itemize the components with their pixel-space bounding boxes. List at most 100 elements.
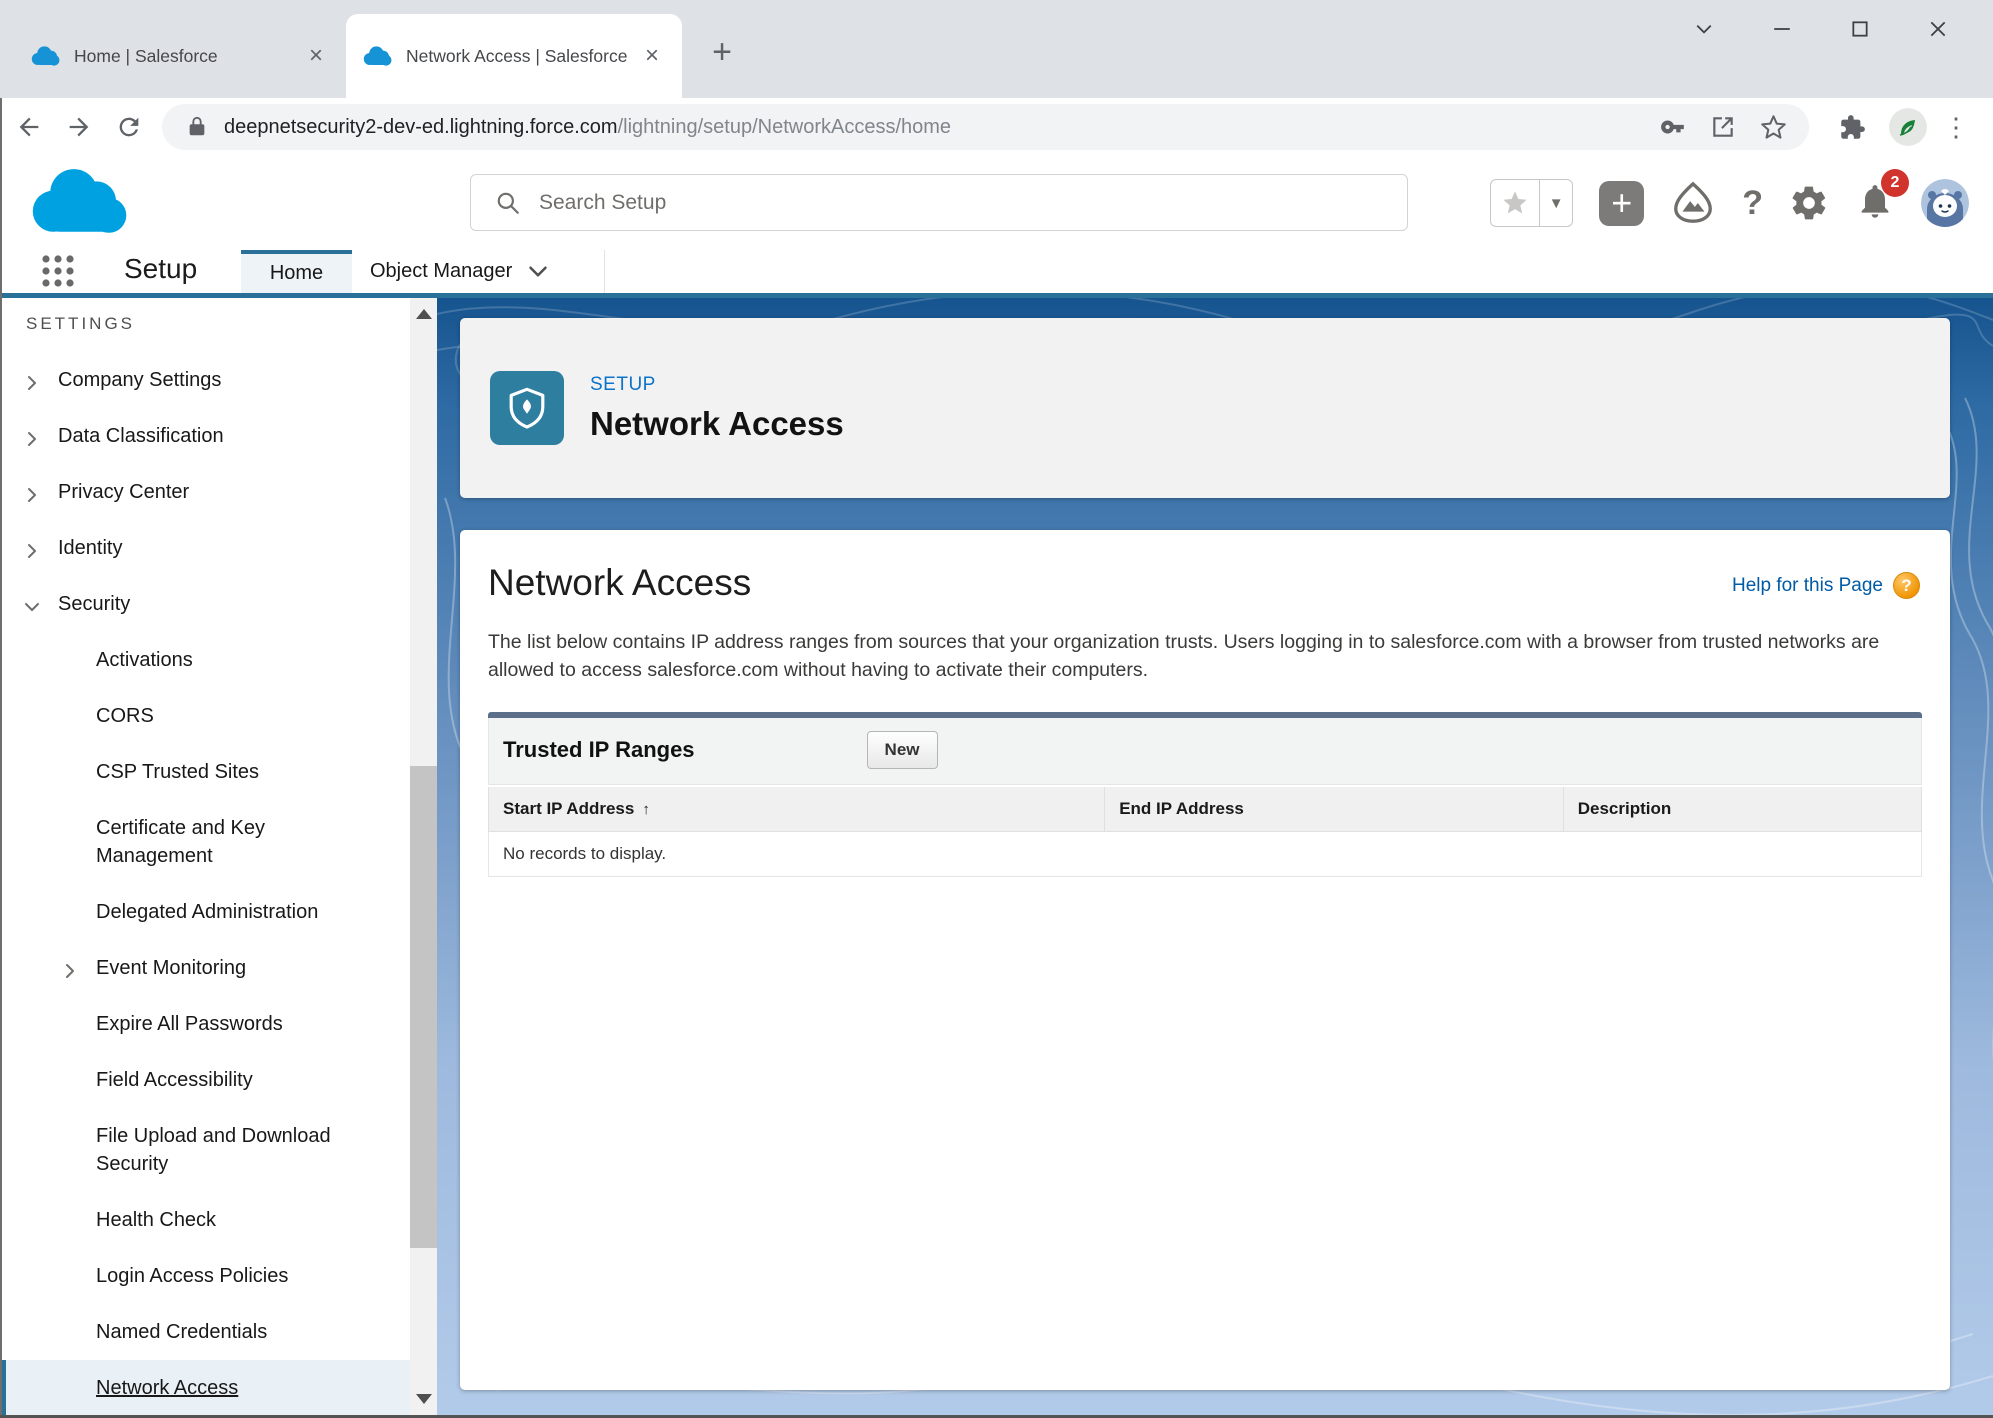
toolbar-right: ⋮: [1823, 106, 1971, 148]
sidebar-item-label: Activations: [96, 646, 193, 674]
tab-home-label: Home: [270, 262, 323, 285]
sidebar-item-field-accessibility[interactable]: Field Accessibility: [0, 1052, 410, 1108]
sidebar-item-identity[interactable]: Identity: [0, 520, 410, 576]
browser-menu-kebab-icon[interactable]: ⋮: [1941, 107, 1971, 147]
tab-close-icon[interactable]: ×: [638, 42, 666, 70]
url-text: deepnetsecurity2-dev-ed.lightning.force.…: [224, 116, 1641, 139]
browser-tab-home[interactable]: Home | Salesforce ×: [14, 14, 346, 98]
sidebar-heading: SETTINGS: [26, 314, 410, 334]
sidebar-scrollbar[interactable]: [410, 298, 437, 1418]
tab-object-manager-label: Object Manager: [370, 260, 512, 283]
sidebar-item-label: Delegated Administration: [96, 898, 318, 926]
new-tab-button[interactable]: +: [702, 32, 742, 72]
setup-eyebrow-label: SETUP: [590, 374, 844, 396]
app-launcher-waffle-icon[interactable]: [36, 251, 80, 296]
sidebar-item-event-monitoring[interactable]: Event Monitoring: [0, 940, 410, 996]
forward-icon[interactable]: [58, 106, 100, 148]
search-input[interactable]: [537, 190, 1407, 216]
chevron-right-icon[interactable]: [24, 371, 40, 387]
sidebar-item-data-classification[interactable]: Data Classification: [0, 408, 410, 464]
chevron-right-icon[interactable]: [24, 483, 40, 499]
sidebar-item-label: File Upload and Download Security: [96, 1122, 348, 1178]
empty-table-row: No records to display.: [489, 832, 1922, 877]
search-icon: [495, 190, 521, 216]
browser-tab-network-access[interactable]: Network Access | Salesforce ×: [346, 14, 682, 98]
lock-icon[interactable]: [186, 116, 208, 138]
share-icon[interactable]: [1705, 109, 1741, 145]
network-access-card: Network Access Help for this Page ? The …: [460, 530, 1950, 1390]
new-button[interactable]: New: [867, 731, 938, 769]
sidebar-item-label: Data Classification: [58, 422, 224, 450]
sidebar-item-label: Named Credentials: [96, 1318, 267, 1346]
sidebar-item-cors[interactable]: CORS: [0, 688, 410, 744]
sidebar-item-label: Field Accessibility: [96, 1066, 253, 1094]
chevron-right-icon[interactable]: [24, 539, 40, 555]
sidebar-item-label: Event Monitoring: [96, 954, 246, 982]
sidebar-item-certificate-and-key-management[interactable]: Certificate and Key Management: [0, 800, 410, 884]
extensions-puzzle-icon[interactable]: [1831, 106, 1873, 148]
app-name-label: Setup: [124, 253, 197, 285]
help-for-this-page-link[interactable]: Help for this Page: [1732, 575, 1883, 597]
chevron-right-icon[interactable]: [62, 959, 78, 975]
scrollbar-thumb[interactable]: [410, 766, 437, 1248]
sidebar-item-login-access-policies[interactable]: Login Access Policies: [0, 1248, 410, 1304]
header-actions: ▼ + ? 2: [1490, 171, 1969, 235]
column-label: End IP Address: [1119, 799, 1244, 818]
sidebar-item-label: Identity: [58, 534, 122, 562]
column-header-end-ip[interactable]: End IP Address: [1105, 786, 1564, 832]
notification-count-badge: 2: [1881, 169, 1909, 197]
column-header-start-ip[interactable]: Start IP Address↑: [489, 786, 1105, 832]
scrollbar-up-arrow[interactable]: [410, 300, 437, 328]
trusted-ip-table: Start IP Address↑ End IP Address Descrip…: [488, 785, 1922, 877]
tab-search-chevron-icon[interactable]: [1665, 6, 1743, 52]
chevron-down-icon[interactable]: [24, 595, 40, 611]
setup-gear-icon[interactable]: [1789, 183, 1829, 223]
tab-object-manager[interactable]: Object Manager: [370, 250, 548, 293]
scrollbar-down-arrow[interactable]: [410, 1385, 437, 1413]
table-header-row: Start IP Address↑ End IP Address Descrip…: [489, 786, 1922, 832]
address-bar[interactable]: deepnetsecurity2-dev-ed.lightning.force.…: [162, 104, 1809, 150]
tab-home[interactable]: Home: [241, 250, 352, 293]
trailhead-guidance-icon[interactable]: [1670, 180, 1716, 226]
column-header-description[interactable]: Description: [1563, 786, 1921, 832]
url-path: /lightning/setup/NetworkAccess/home: [618, 116, 952, 138]
panel-title: Trusted IP Ranges: [503, 737, 695, 763]
sidebar-item-label: Company Settings: [58, 366, 221, 394]
favorite-star-icon[interactable]: [1491, 180, 1540, 226]
tab-title: Network Access | Salesforce: [406, 46, 638, 67]
user-avatar[interactable]: [1921, 179, 1969, 227]
sidebar-item-label: Health Check: [96, 1206, 216, 1234]
window-controls: [1665, 6, 1977, 52]
back-icon[interactable]: [8, 106, 50, 148]
help-question-icon[interactable]: ?: [1893, 572, 1920, 599]
sidebar-item-network-access[interactable]: Network Access: [0, 1360, 410, 1416]
browser-profile-avatar[interactable]: [1889, 108, 1927, 146]
bookmark-star-icon[interactable]: [1755, 109, 1791, 145]
help-icon[interactable]: ?: [1742, 184, 1763, 223]
reload-icon[interactable]: [108, 106, 150, 148]
sidebar-item-csp-trusted-sites[interactable]: CSP Trusted Sites: [0, 744, 410, 800]
window-close-button[interactable]: [1899, 6, 1977, 52]
password-key-icon[interactable]: [1655, 109, 1691, 145]
window-maximize-button[interactable]: [1821, 6, 1899, 52]
favorites-caret-down-icon[interactable]: ▼: [1540, 180, 1572, 226]
global-actions-plus-icon[interactable]: +: [1599, 181, 1644, 226]
tab-close-icon[interactable]: ×: [302, 42, 330, 70]
sidebar-item-activations[interactable]: Activations: [0, 632, 410, 688]
notifications-bell-icon[interactable]: 2: [1855, 181, 1895, 226]
sidebar-item-health-check[interactable]: Health Check: [0, 1192, 410, 1248]
sidebar-item-company-settings[interactable]: Company Settings: [0, 352, 410, 408]
sidebar-item-label: Certificate and Key Management: [96, 814, 348, 870]
sidebar-item-delegated-administration[interactable]: Delegated Administration: [0, 884, 410, 940]
chevron-right-icon[interactable]: [24, 427, 40, 443]
sidebar-item-expire-all-passwords[interactable]: Expire All Passwords: [0, 996, 410, 1052]
sidebar-item-label: Network Access: [96, 1374, 238, 1402]
window-minimize-button[interactable]: [1743, 6, 1821, 52]
browser-window: Home | Salesforce × Network Access | Sal…: [0, 0, 1993, 1418]
column-label: Description: [1578, 799, 1672, 818]
sidebar-item-file-upload-and-download-security[interactable]: File Upload and Download Security: [0, 1108, 410, 1192]
sidebar-item-security[interactable]: Security: [0, 576, 410, 632]
sidebar-item-privacy-center[interactable]: Privacy Center: [0, 464, 410, 520]
setup-search-box[interactable]: [470, 174, 1408, 231]
sidebar-item-named-credentials[interactable]: Named Credentials: [0, 1304, 410, 1360]
